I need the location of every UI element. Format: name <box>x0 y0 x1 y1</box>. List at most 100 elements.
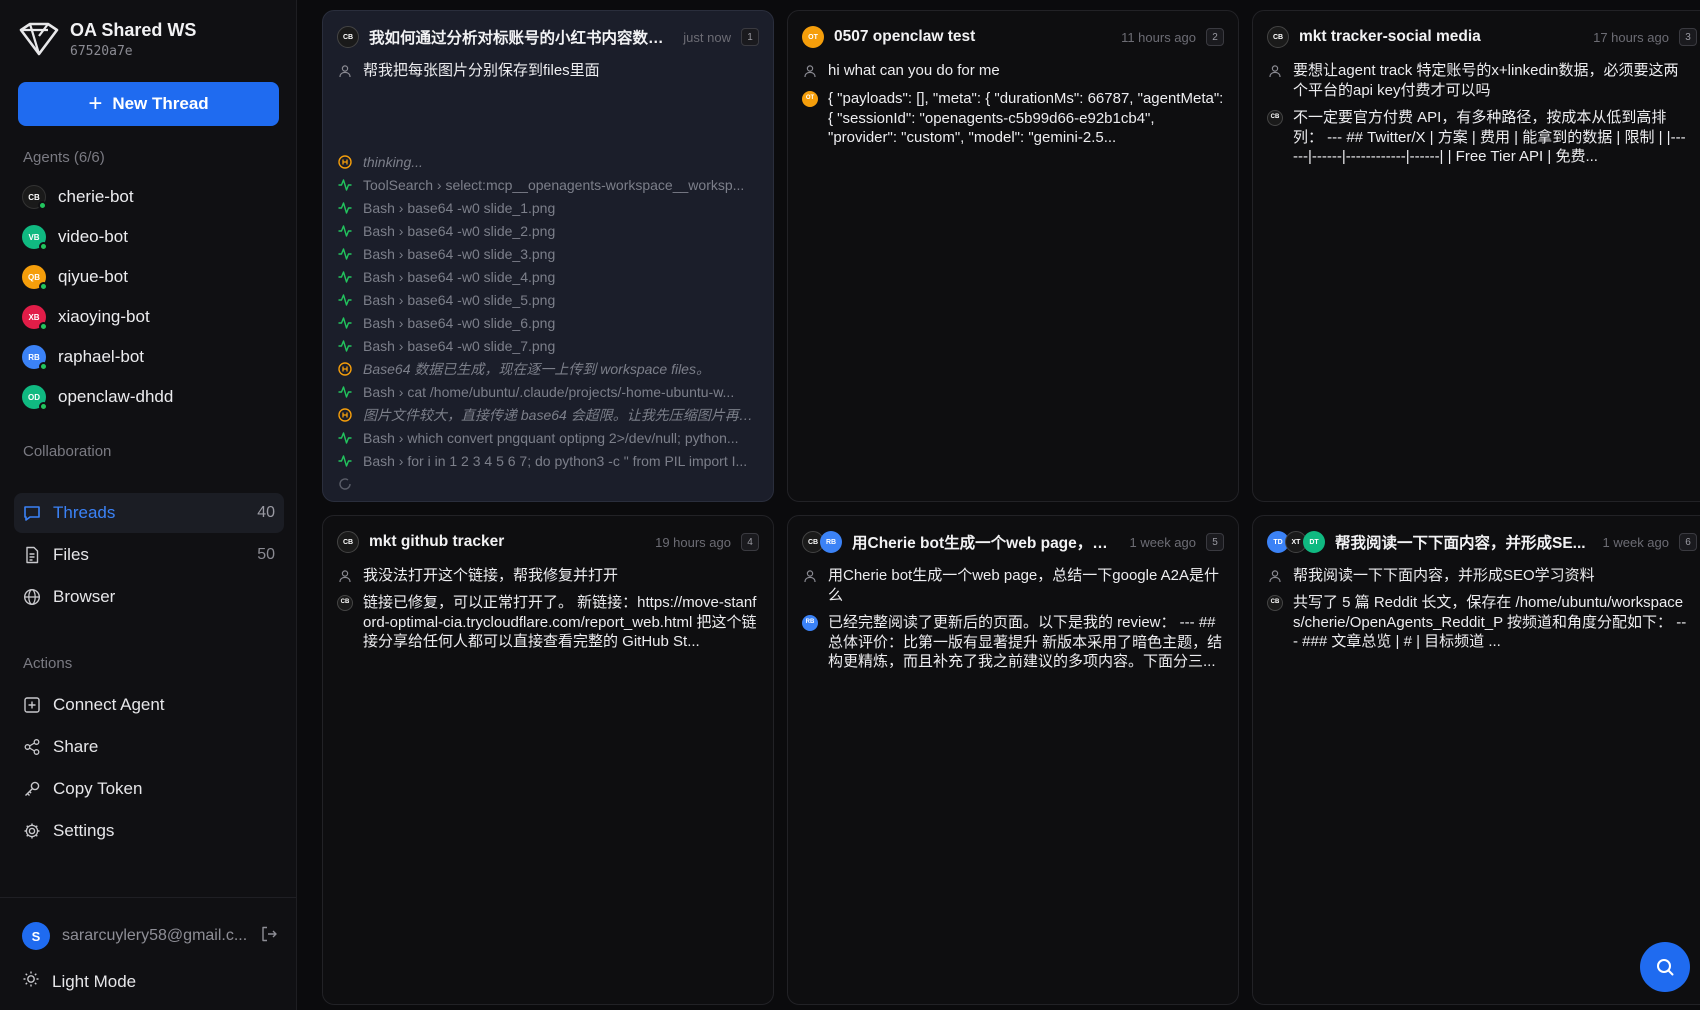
agent-reply-avatar: CB <box>1267 595 1283 611</box>
workspace-header[interactable]: OA Shared WS 67520a7e <box>18 18 196 60</box>
user-account[interactable]: S sararcuylery58@gmail.c... <box>22 922 282 950</box>
trace-row: Bash › base64 -w0 slide_1.png <box>337 197 759 219</box>
thread-number-badge: 2 <box>1206 28 1224 46</box>
agent-reply: CB 不一定要官方付费 API，有多种路径，按成本从低到高排列： --- ## … <box>1267 108 1689 167</box>
message-text: { "payloads": [], "meta": { "durationMs"… <box>828 90 1224 146</box>
trace-row: Bash › base64 -w0 slide_5.png <box>337 289 759 311</box>
trace-row: Bash › base64 -w0 slide_6.png <box>337 312 759 334</box>
message-text: 我没法打开这个链接，帮我修复并打开 <box>363 567 619 584</box>
agent-avatar: CB <box>337 26 359 48</box>
message-text: 不一定要官方付费 API，有多种路径，按成本从低到高排列： --- ## Twi… <box>1293 109 1686 165</box>
agent-item-cherie-bot[interactable]: CB cherie-bot <box>22 182 134 212</box>
trace-row: Bash › cat /home/ubuntu/.claude/projects… <box>337 381 759 403</box>
thread-title: 我如何通过分析对标账号的小红书内容数据... <box>369 30 674 47</box>
thread-card[interactable]: CB 我如何通过分析对标账号的小红书内容数据... just now 1 帮我把… <box>322 10 774 502</box>
agent-item-qiyue-bot[interactable]: QB qiyue-bot <box>22 262 128 292</box>
nav-browser[interactable]: Browser <box>14 577 284 617</box>
nav-files[interactable]: Files 50 <box>14 535 284 575</box>
trace-row: thinking... <box>337 151 759 173</box>
thread-time: 1 week ago <box>1602 534 1670 550</box>
actions-section-label: Actions <box>23 655 73 672</box>
agent-avatar: OD <box>22 385 48 411</box>
activity-icon <box>337 269 353 285</box>
online-status-dot <box>39 402 48 411</box>
user-avatar: S <box>22 922 50 950</box>
trace-row: ToolSearch › select:mcp__openagents-work… <box>337 174 759 196</box>
thread-number-badge: 6 <box>1679 533 1697 551</box>
message-text: 帮我阅读一下下面内容，并形成SEO学习资料 <box>1293 567 1595 584</box>
user-message: 帮我把每张图片分别保存到files里面 <box>337 61 759 81</box>
settings-button[interactable]: Settings <box>14 811 284 851</box>
thinking-icon <box>337 154 353 170</box>
search-button[interactable] <box>1640 942 1690 992</box>
user-icon <box>337 63 353 79</box>
agent-name: video-bot <box>58 227 128 246</box>
user-icon <box>1267 63 1283 79</box>
agent-reply-avatar: CB <box>337 595 353 611</box>
agent-avatar: CB <box>22 185 47 210</box>
thread-card[interactable]: CB mkt github tracker 19 hours ago 4 我没法… <box>322 515 774 1005</box>
logout-icon[interactable] <box>260 925 278 948</box>
nav-label: Copy Token <box>53 779 143 798</box>
user-icon <box>802 568 818 584</box>
online-status-dot <box>39 362 48 371</box>
search-icon <box>1657 959 1674 976</box>
trace-row: Bash › base64 -w0 slide_7.png <box>337 335 759 357</box>
agent-reply: RB 已经完整阅读了更新后的页面。以下是我的 review： --- ## 总体… <box>802 613 1224 672</box>
trace-row: Bash › for i in 1 2 3 4 5 6 7; do python… <box>337 450 759 472</box>
thinking-icon <box>337 407 353 423</box>
trace-row: Bash › base64 -w0 slide_4.png <box>337 266 759 288</box>
files-count: 50 <box>257 546 275 563</box>
online-status-dot <box>39 242 48 251</box>
agent-avatar: XB <box>22 305 48 331</box>
thread-number-badge: 1 <box>741 28 759 46</box>
trace-row: Bash › which convert pngquant optipng 2>… <box>337 427 759 449</box>
agent-avatar: RB <box>820 531 842 553</box>
agent-reply-avatar: OT <box>802 91 818 107</box>
new-thread-button[interactable]: + New Thread <box>18 82 279 126</box>
thread-card[interactable]: CB RB 用Cherie bot生成一个web page，总... 1 wee… <box>787 515 1239 1005</box>
key-icon <box>23 780 41 798</box>
agent-item-openclaw-dhdd[interactable]: OD openclaw-dhdd <box>22 382 173 412</box>
agent-reply-avatar: CB <box>1267 110 1283 126</box>
thread-card[interactable]: TD XT DT 帮我阅读一下下面内容，并形成SE... 1 week ago … <box>1252 515 1700 1005</box>
agents-section-label: Agents (6/6) <box>23 149 105 166</box>
agent-avatar: DT <box>1303 531 1325 553</box>
user-message: 我没法打开这个链接，帮我修复并打开 <box>337 566 759 586</box>
thread-time: 17 hours ago <box>1593 29 1669 45</box>
collaboration-section-label: Collaboration <box>23 443 112 460</box>
new-thread-label: New Thread <box>112 94 209 113</box>
activity-icon <box>337 177 353 193</box>
agent-reply: CB 链接已修复，可以正常打开了。 新链接：https://move-stanf… <box>337 593 759 652</box>
light-mode-toggle[interactable]: Light Mode <box>22 970 136 993</box>
agent-item-xiaoying-bot[interactable]: XB xiaoying-bot <box>22 302 150 332</box>
file-icon <box>23 546 41 564</box>
agent-item-video-bot[interactable]: VB video-bot <box>22 222 128 252</box>
nav-threads[interactable]: Threads 40 <box>14 493 284 533</box>
agent-name: openclaw-dhdd <box>58 387 174 406</box>
share-button[interactable]: Share <box>14 727 284 767</box>
trace-row: Bash › base64 -w0 slide_3.png <box>337 243 759 265</box>
globe-icon <box>23 588 41 606</box>
thread-card[interactable]: OT 0507 openclaw test 11 hours ago 2 hi … <box>787 10 1239 502</box>
message-text: 已经完整阅读了更新后的页面。以下是我的 review： --- ## 总体评价：… <box>828 614 1223 670</box>
gear-icon <box>23 822 41 840</box>
copy-token-button[interactable]: Copy Token <box>14 769 284 809</box>
message-text: hi what can you do for me <box>828 62 1000 79</box>
nav-label: Threads <box>53 503 116 522</box>
agent-item-raphael-bot[interactable]: RB raphael-bot <box>22 342 144 372</box>
agent-reply: OT { "payloads": [], "meta": { "duration… <box>802 89 1224 149</box>
trace-row: Base64 数据已生成，现在逐一上传到 workspace files。 <box>337 358 759 380</box>
user-icon <box>337 568 353 584</box>
online-status-dot <box>39 322 48 331</box>
thread-title: 用Cherie bot生成一个web page，总... <box>852 535 1120 552</box>
workspace-id: 67520a7e <box>70 44 133 59</box>
thread-card[interactable]: CB mkt tracker-social media 17 hours ago… <box>1252 10 1700 502</box>
spinner-icon <box>337 476 353 492</box>
agent-avatar-group: CB RB <box>802 531 842 553</box>
connect-agent-button[interactable]: Connect Agent <box>14 685 284 725</box>
thread-time: 1 week ago <box>1129 534 1197 550</box>
logo-icon <box>19 22 59 56</box>
light-mode-label: Light Mode <box>52 971 137 991</box>
agent-avatar: RB <box>22 345 48 371</box>
